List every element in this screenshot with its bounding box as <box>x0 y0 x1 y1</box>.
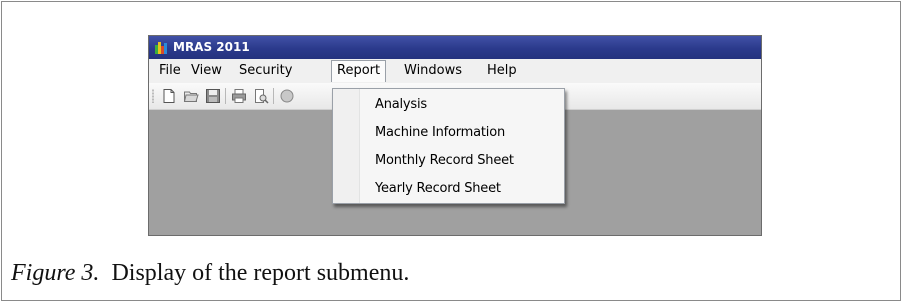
menu-item-monthly-record-sheet[interactable]: Monthly Record Sheet <box>375 153 514 169</box>
toolbar-separator <box>225 88 226 104</box>
menu-item-yearly-record-sheet[interactable]: Yearly Record Sheet <box>375 181 501 197</box>
print-icon[interactable] <box>231 88 247 104</box>
new-document-icon[interactable] <box>161 88 177 104</box>
caption-text: Display of the report submenu. <box>111 260 410 286</box>
menu-item-analysis[interactable]: Analysis <box>375 97 427 113</box>
open-folder-icon[interactable] <box>183 88 199 104</box>
save-icon[interactable] <box>205 88 221 104</box>
figure-frame: MRAS 2011 File View Security Report Wind… <box>1 1 901 301</box>
app-window: MRAS 2011 File View Security Report Wind… <box>148 35 762 236</box>
menu-file[interactable]: File <box>159 63 181 79</box>
figure-caption: Figure 3. Display of the report submenu. <box>11 260 409 287</box>
menu-windows[interactable]: Windows <box>404 63 462 79</box>
menu-report[interactable]: Report <box>331 60 387 82</box>
toolbar-grip[interactable] <box>152 89 154 103</box>
print-preview-icon[interactable] <box>253 88 269 104</box>
menu-bar: File View Security Report Windows Help <box>149 59 761 83</box>
menu-help[interactable]: Help <box>487 63 517 79</box>
report-submenu: Analysis Machine Information Monthly Rec… <box>332 88 565 204</box>
title-bar[interactable]: MRAS 2011 <box>149 36 761 59</box>
toolbar-separator <box>273 88 274 104</box>
menu-view[interactable]: View <box>191 63 222 79</box>
menu-security[interactable]: Security <box>239 63 292 79</box>
figure-label: Figure 3. <box>11 260 100 286</box>
menu-item-machine-information[interactable]: Machine Information <box>375 125 505 141</box>
menu-gutter <box>333 89 360 203</box>
extra-icon[interactable] <box>279 88 295 104</box>
window-title: MRAS 2011 <box>173 40 250 54</box>
app-logo-icon <box>155 41 169 54</box>
